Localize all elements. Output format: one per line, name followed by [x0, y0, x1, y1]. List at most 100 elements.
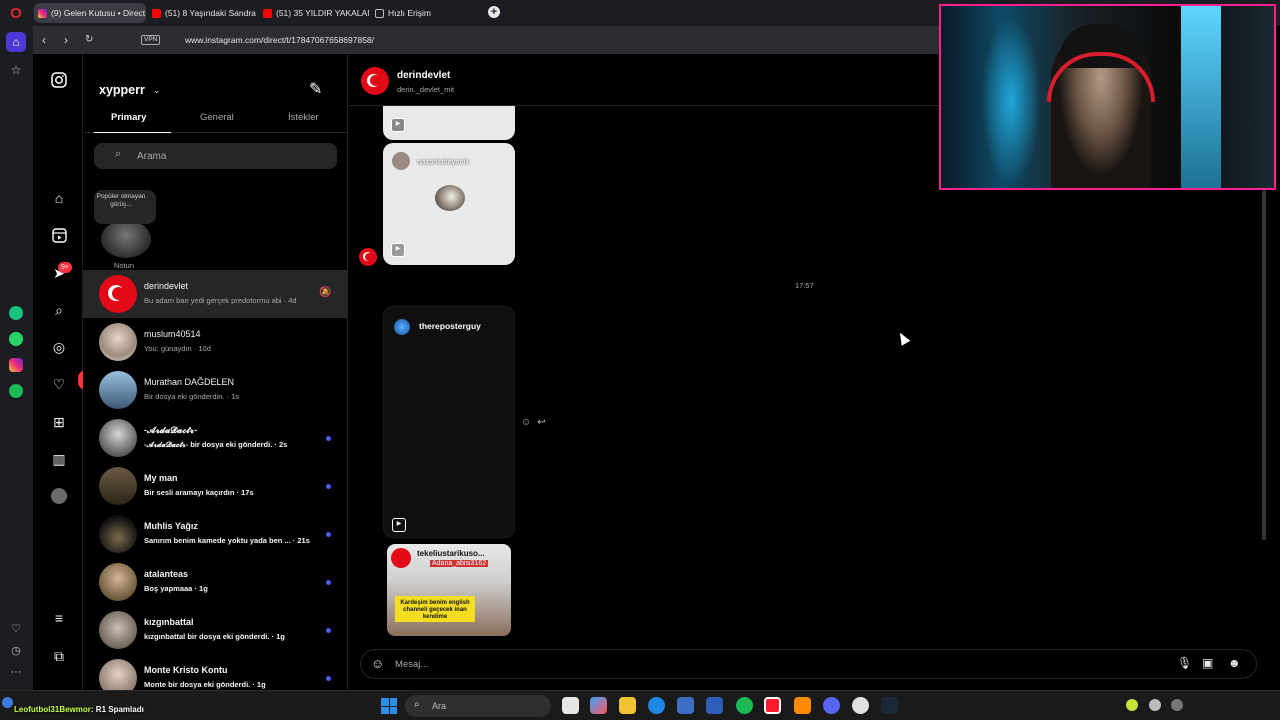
inbox-panel: xypperr ⌄ ✎ Primary General İstekler ⌕ A…	[83, 54, 348, 690]
dashboard-icon[interactable]: ▥	[49, 449, 69, 469]
thread-preview: Bir sesli aramayı kaçırdın · 17s	[144, 488, 254, 497]
chevron-down-icon[interactable]: ⌄	[153, 85, 161, 96]
thread-muhlis[interactable]: Muhlis Yağız Sanırım benim kamede yoktu …	[83, 510, 347, 558]
tray-icon[interactable]	[1171, 699, 1183, 711]
taskbar-search[interactable]: ⌕ Ara	[405, 695, 551, 717]
thread-atalanteas[interactable]: atalanteas Boş yapmaaa · 1g	[83, 558, 347, 606]
unread-dot	[326, 532, 331, 537]
tab-speed-dial[interactable]: Hızlı Erişim	[371, 3, 451, 23]
shared-reel-card[interactable]: ▶	[383, 106, 515, 140]
more-icon[interactable]: ···	[6, 662, 26, 682]
home-icon[interactable]: ⌂	[49, 188, 69, 208]
shared-reel-card[interactable]: tekeliustarikuso... Adana_abisi3162 Kard…	[387, 544, 511, 636]
whatsapp-icon[interactable]	[9, 332, 23, 346]
thread-name: Monte Kristo Kontu	[144, 665, 228, 675]
menu-icon[interactable]: ≡	[49, 608, 69, 628]
thread-monte-kristo[interactable]: Monte Kristo Kontu Monte bir dosya eki g…	[83, 654, 347, 690]
compose-icon[interactable]: ✎	[309, 79, 322, 99]
thread-ardadactr[interactable]: -𝓐𝓻𝓭𝓪𝓓𝓪𝓬𝓽𝓻- -𝓐𝓻𝓭𝓪𝓓𝓪𝓬𝓽𝓻- bir dosya eki gö…	[83, 414, 347, 462]
reels-icon[interactable]	[49, 225, 69, 245]
avatar	[99, 611, 137, 649]
thread-muslum40514[interactable]: muslum40514 You: günaydın · 10d	[83, 318, 347, 366]
tab-general[interactable]: General	[200, 112, 234, 123]
tray-icon[interactable]	[1126, 699, 1138, 711]
tray-icon[interactable]	[1149, 699, 1161, 711]
tab-label: (51) 35 YILDIR YAKALANA	[276, 8, 369, 18]
reload-icon[interactable]: ↻	[85, 34, 93, 45]
react-emoji-icon[interactable]: ☺	[521, 417, 537, 428]
reply-icon[interactable]: ↩	[537, 417, 551, 428]
tab-youtube-2[interactable]: (51) 35 YILDIR YAKALANA	[259, 3, 369, 23]
tab-instagram[interactable]: (9) Gelen Kutusu • Direct	[34, 3, 146, 23]
mail-icon[interactable]	[706, 697, 723, 714]
reels-icon: ▶	[391, 243, 405, 257]
instagram-icon[interactable]	[9, 358, 23, 372]
create-icon[interactable]: ⊞	[49, 412, 69, 432]
back-icon[interactable]: ‹	[42, 33, 46, 47]
steam-icon[interactable]	[881, 697, 898, 714]
store-icon[interactable]	[677, 697, 694, 714]
folder-icon[interactable]	[619, 697, 636, 714]
chat-name[interactable]: derindevlet	[397, 70, 450, 81]
chat-avatar[interactable]	[361, 67, 389, 95]
message-composer[interactable]: ☺ Mesaj... 🎙 ▣ ☻	[360, 649, 1257, 679]
opera-logo-icon[interactable]: O	[5, 5, 27, 23]
note-avatar[interactable]	[101, 220, 151, 258]
file-icon[interactable]	[562, 697, 579, 714]
tab-label: Hızlı Erişim	[388, 8, 431, 18]
emoji-icon[interactable]: ☺	[371, 656, 384, 671]
thread-my-man[interactable]: My man Bir sesli aramayı kaçırdın · 17s	[83, 462, 347, 510]
chat-user-avatar	[2, 697, 13, 708]
explore-icon[interactable]: ◎	[49, 337, 69, 357]
discord-icon[interactable]	[823, 697, 840, 714]
message-input[interactable]: Mesaj...	[395, 659, 428, 670]
spotify-icon[interactable]	[9, 384, 23, 398]
app-icon[interactable]	[590, 697, 607, 714]
heart-icon[interactable]: ♡	[6, 618, 26, 638]
thread-preview: Boş yapmaaa · 1g	[144, 584, 208, 593]
note-bubble[interactable]: Popüler olmayan görüş...	[94, 190, 156, 224]
thread-name: derindevlet	[144, 281, 189, 291]
shared-reel-card[interactable]: thereposterguy ▶	[383, 306, 515, 538]
history-icon[interactable]: ◷	[6, 640, 26, 660]
windows-start-icon[interactable]	[381, 698, 397, 714]
notifications-heart-icon[interactable]: ♡	[49, 374, 69, 394]
unread-dot	[326, 580, 331, 585]
instagram-logo-icon[interactable]	[49, 70, 69, 90]
profile-avatar[interactable]	[51, 488, 67, 504]
reel-caption: Kardeşim benim english channeli geçecek …	[395, 596, 475, 622]
edge-icon[interactable]	[648, 697, 665, 714]
image-icon[interactable]: ▣	[1202, 656, 1213, 670]
url-field[interactable]: www.instagram.com/direct/t/1784706765869…	[153, 35, 374, 45]
forward-icon[interactable]: ›	[64, 33, 68, 47]
microphone-icon[interactable]: 🎙	[1177, 656, 1192, 670]
search-input[interactable]: ⌕ Arama	[94, 143, 337, 169]
shared-reel-card[interactable]: nazanlubiryanik ▶	[383, 143, 515, 265]
app-icon[interactable]	[794, 697, 811, 714]
account-switcher[interactable]: xypperr	[99, 83, 145, 97]
reel-username: thereposterguy	[419, 321, 481, 331]
new-tab-button[interactable]: +	[488, 6, 500, 18]
chatgpt-icon[interactable]	[9, 306, 23, 320]
tab-youtube-1[interactable]: (51) 8 Yaşındaki Sandra Ca	[148, 3, 256, 23]
search-icon: ⌕	[414, 699, 420, 710]
thread-kizginbattal[interactable]: kızgınbattal kızgınbattal bir dosya eki …	[83, 606, 347, 654]
tab-requests[interactable]: İstekler	[288, 112, 319, 123]
active-tab-indicator	[94, 132, 171, 133]
threads-switch-icon[interactable]: ⧉	[49, 646, 69, 666]
thread-murathan[interactable]: Murathan DAĞDELEN Bir dosya eki gönderdi…	[83, 366, 347, 414]
thread-derindevlet[interactable]: derindevlet Bu adam ban yedi gerçek pred…	[83, 270, 347, 318]
spotify-icon[interactable]	[736, 697, 753, 714]
star-icon[interactable]: ☆	[6, 60, 26, 80]
search-placeholder: Arama	[137, 151, 167, 162]
opera-icon[interactable]	[764, 697, 781, 714]
app-icon[interactable]	[852, 697, 869, 714]
thread-name: kızgınbattal	[144, 617, 194, 627]
search-icon[interactable]: ⌕	[49, 300, 69, 320]
reel-thumbnail	[435, 185, 465, 211]
tab-primary[interactable]: Primary	[111, 112, 146, 123]
sticker-icon[interactable]: ☻	[1228, 656, 1241, 670]
chat-scrollbar[interactable]	[1262, 190, 1266, 540]
home-icon[interactable]: ⌂	[6, 32, 26, 52]
thread-preview: Sanırım benim kamede yoktu yada ben ... …	[144, 536, 310, 545]
